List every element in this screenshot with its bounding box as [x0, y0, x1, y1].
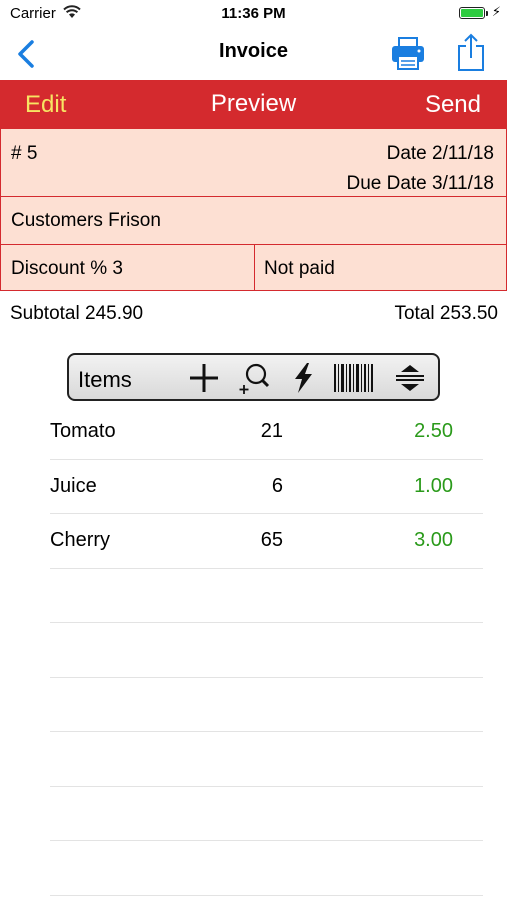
payment-status: Not paid: [264, 258, 335, 279]
discount-cell[interactable]: Discount % 3: [0, 244, 256, 291]
empty-row: [50, 841, 483, 896]
items-list: Tomato 21 2.50 Juice 6 1.00 Cherry 65 3.…: [50, 405, 483, 896]
item-qty: 21: [260, 420, 283, 442]
edit-button[interactable]: Edit: [25, 91, 66, 119]
empty-row: [50, 569, 483, 623]
item-price: 3.00: [414, 529, 453, 551]
item-name: Juice: [50, 474, 97, 497]
add-icon[interactable]: [187, 361, 221, 395]
empty-row: [50, 678, 483, 732]
empty-row: [50, 623, 483, 678]
list-item[interactable]: Juice 6 1.00: [50, 460, 483, 514]
page-title: Invoice: [219, 40, 288, 62]
invoice-date: Date 2/11/18: [386, 143, 494, 164]
navigation-bar: Invoice: [0, 28, 507, 80]
sort-icon[interactable]: [393, 361, 427, 395]
item-price: 1.00: [414, 474, 453, 497]
print-icon[interactable]: [390, 36, 426, 72]
send-button[interactable]: Send: [425, 91, 481, 119]
item-name: Cherry: [50, 529, 111, 551]
item-qty: 65: [260, 529, 283, 551]
battery-cap: [486, 11, 488, 16]
empty-row: [50, 787, 483, 841]
customer-cell[interactable]: Customers Frison: [0, 196, 507, 246]
lightning-icon[interactable]: [287, 361, 321, 395]
share-icon[interactable]: [455, 32, 487, 72]
invoice-number: # 5: [11, 143, 38, 164]
item-name: Tomato: [50, 420, 116, 442]
barcode-icon[interactable]: [333, 361, 375, 395]
list-item[interactable]: Cherry 65 3.00: [50, 514, 483, 569]
invoice-due-date: Due Date 3/11/18: [346, 173, 494, 194]
status-bar: Carrier 11:36 PM ⚡: [0, 0, 507, 28]
empty-row: [50, 732, 483, 787]
invoice-number-cell[interactable]: # 5 Date 2/11/18 Due Date 3/11/18: [0, 128, 507, 198]
totals-row: Subtotal 245.90 Total 253.50: [0, 300, 507, 328]
status-time: 11:36 PM: [221, 5, 286, 22]
charging-icon: ⚡: [491, 4, 501, 19]
preview-button[interactable]: Preview: [211, 90, 296, 117]
action-toolbar: Edit Preview Send: [0, 80, 507, 128]
customer-name: Customers Frison: [11, 210, 161, 231]
discount-value: Discount % 3: [11, 258, 123, 279]
total: Total 253.50: [394, 303, 498, 324]
subtotal: Subtotal 245.90: [10, 303, 144, 324]
items-toolbar: Items: [67, 353, 440, 401]
battery-icon: [459, 7, 485, 19]
item-price: 2.50: [414, 420, 453, 442]
search-add-icon[interactable]: [237, 361, 271, 395]
payment-status-cell[interactable]: Not paid: [254, 244, 507, 291]
item-qty: 6: [271, 474, 283, 497]
list-item[interactable]: Tomato 21 2.50: [50, 405, 483, 460]
items-label: Items: [78, 367, 132, 392]
